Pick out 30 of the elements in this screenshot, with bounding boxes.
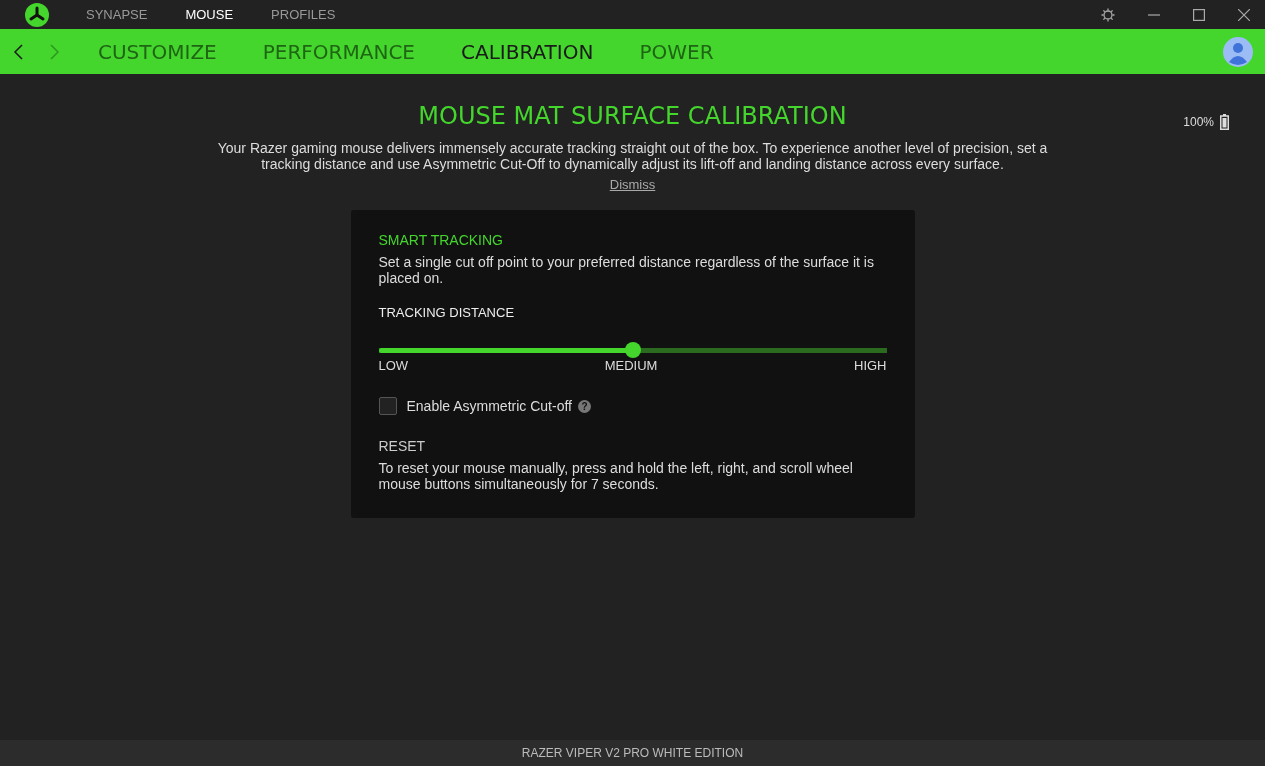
dismiss-link[interactable]: Dismiss (609, 177, 656, 192)
settings-icon[interactable] (1101, 7, 1115, 22)
page-title: MOUSE MAT SURFACE CALIBRATION (418, 102, 847, 130)
top-nav-tab[interactable]: PROFILES (271, 7, 336, 22)
slider-label: TRACKING DISTANCE (378, 305, 516, 320)
section-description: Set a single cut off point to your preferred distance regardless of the surface it is placed on. (378, 254, 875, 286)
section-tab[interactable]: CALIBRATION (461, 39, 594, 64)
checkbox-label: Enable Asymmetric Cut-off (406, 398, 572, 414)
checkbox[interactable] (378, 397, 397, 415)
help-icon[interactable]: ? (578, 399, 591, 413)
maximize-icon[interactable] (1193, 8, 1205, 21)
section-tab[interactable]: PERFORMANCE (262, 39, 415, 64)
close-icon[interactable] (1238, 8, 1250, 21)
minimize-icon[interactable] (1148, 13, 1160, 16)
top-nav-tab[interactable]: MOUSE (185, 7, 234, 22)
section-title: SMART TRACKING (378, 232, 504, 248)
intro-text: Your Razer gaming mouse delivers immensely accurate tracking straight out of the box. To experience another level of precision, set a tracking distance and use Asymmetric Cut-Off to dynamically adjust its lift-off and landing distance across every surface. (216, 140, 1049, 172)
reset-text: To reset your mouse manually, press and hold the left, right, and scroll wheel mouse buttons simultaneously for 7 seconds. (378, 460, 854, 492)
device-name: RAZER VIPER V2 PRO WHITE EDITION (521, 746, 744, 760)
battery-icon (1220, 114, 1229, 130)
section-tab[interactable]: CUSTOMIZE (98, 39, 217, 64)
section-title: RESET (378, 438, 427, 454)
scale-label: HIGH (854, 358, 887, 373)
slider-thumb[interactable] (624, 342, 641, 358)
scale-label: LOW (378, 358, 409, 373)
scale-label: MEDIUM (604, 358, 658, 373)
battery-reading: 100% (1183, 115, 1214, 129)
logo-icon (25, 2, 49, 27)
section-tab[interactable]: POWER (639, 39, 714, 64)
top-nav-tab[interactable]: SYNAPSE (86, 7, 148, 22)
